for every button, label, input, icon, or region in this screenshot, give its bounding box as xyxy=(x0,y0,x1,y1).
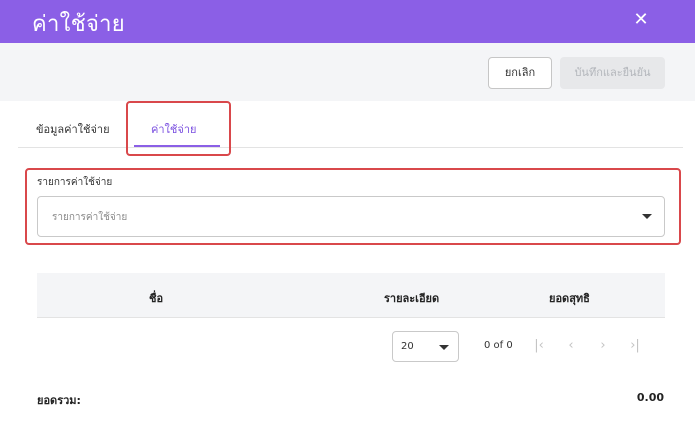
chevron-down-icon xyxy=(642,214,652,219)
column-header-detail: รายละเอียด xyxy=(384,292,440,305)
tab-bar: ข้อมูลค่าใช้จ่าย ค่าใช้จ่าย xyxy=(18,101,683,148)
dialog-header: ค่าใช้จ่าย ✕ xyxy=(0,0,695,43)
column-header-net: ยอดสุทธิ xyxy=(549,292,590,305)
prev-page-icon[interactable]: ‹ xyxy=(563,338,579,354)
next-page-icon[interactable]: › xyxy=(595,338,611,354)
tab-expense-info[interactable]: ข้อมูลค่าใช้จ่าย xyxy=(36,120,110,138)
expense-field-label: รายการค่าใช้จ่าย xyxy=(37,177,113,188)
expense-select-placeholder: รายการค่าใช้จ่าย xyxy=(52,212,128,223)
total-label: ยอดรวม: xyxy=(37,394,81,407)
action-bar: ยกเลิก บันทึกและยืนยัน xyxy=(0,43,695,101)
last-page-icon[interactable]: ›| xyxy=(627,338,643,354)
chevron-down-icon xyxy=(439,345,449,350)
page-size-value: 20 xyxy=(401,341,414,352)
cancel-button[interactable]: ยกเลิก xyxy=(488,57,552,89)
dialog-title: ค่าใช้จ่าย xyxy=(32,12,125,37)
tab-highlight-box xyxy=(126,101,231,156)
expense-select[interactable]: รายการค่าใช้จ่าย xyxy=(37,196,665,237)
table-header: ชื่อ รายละเอียด ยอดสุทธิ xyxy=(37,273,665,318)
total-value: 0.00 xyxy=(636,391,664,404)
page-size-select[interactable]: 20 xyxy=(392,331,459,362)
pagination-count: 0 of 0 xyxy=(484,340,513,351)
first-page-icon[interactable]: |‹ xyxy=(531,338,547,354)
column-header-name: ชื่อ xyxy=(149,292,164,305)
close-icon[interactable]: ✕ xyxy=(631,10,651,30)
save-confirm-button[interactable]: บันทึกและยืนยัน xyxy=(560,57,665,89)
